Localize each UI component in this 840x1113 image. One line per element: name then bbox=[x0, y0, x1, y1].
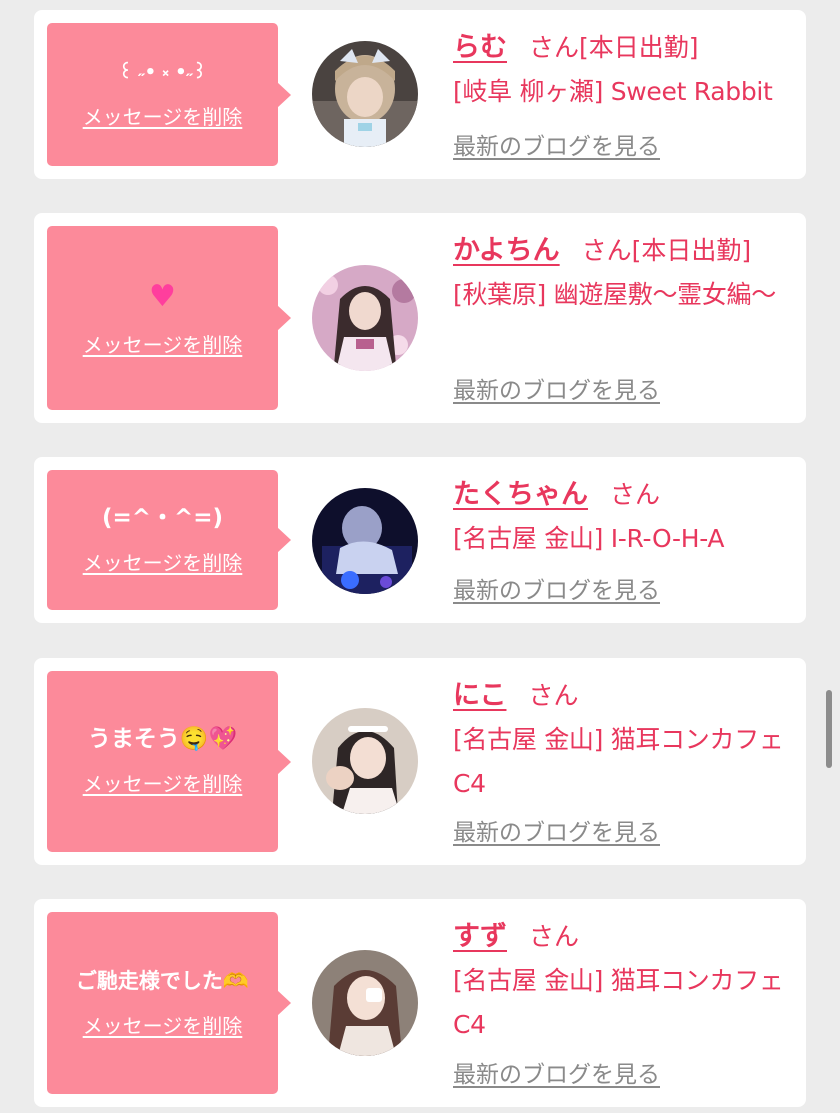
girl-name-link[interactable]: たくちゃん bbox=[453, 479, 588, 510]
girl-info: たくちゃん さん [名古屋 金山] I-R-O-H-A bbox=[453, 473, 792, 561]
delete-message-link[interactable]: メッセージを削除 bbox=[83, 329, 243, 358]
shop-name: [秋葉原] 幽遊屋敷〜霊女編〜 bbox=[453, 280, 776, 309]
latest-blog-link[interactable]: 最新のブログを見る bbox=[453, 127, 660, 161]
girl-name-link[interactable]: にこ bbox=[453, 680, 506, 711]
girl-info: かよちん さん[本日出勤] [秋葉原] 幽遊屋敷〜霊女編〜 bbox=[453, 229, 792, 317]
avatar[interactable] bbox=[312, 488, 418, 594]
shop-name: [名古屋 金山] I-R-O-H-A bbox=[453, 524, 725, 553]
heart-icon: ♥ bbox=[149, 278, 176, 314]
girl-info: らむ さん[本日出勤] [岐阜 柳ヶ瀬] Sweet Rabbit bbox=[453, 26, 792, 114]
delete-message-link[interactable]: メッセージを削除 bbox=[83, 1010, 243, 1039]
message-card: うまそう🤤💖 メッセージを削除 にこ さん [名古屋 金山] 猫耳コンカフェ C4… bbox=[34, 658, 806, 865]
avatar[interactable] bbox=[312, 41, 418, 147]
status-badge: [本日出勤] bbox=[579, 33, 699, 62]
honorific: さん bbox=[529, 922, 580, 951]
message-text: ♥ bbox=[149, 279, 176, 315]
status-badge: [本日出勤] bbox=[631, 236, 752, 265]
latest-blog-link[interactable]: 最新のブログを見る bbox=[453, 371, 660, 405]
girl-photo-avatar-icon bbox=[312, 708, 418, 814]
avatar[interactable] bbox=[312, 708, 418, 814]
avatar[interactable] bbox=[312, 950, 418, 1056]
delete-message-link[interactable]: メッセージを削除 bbox=[83, 547, 243, 576]
scrollbar[interactable] bbox=[826, 690, 832, 768]
shop-name: [名古屋 金山] 猫耳コンカフェ C4 bbox=[453, 725, 784, 798]
message-card: (=^・^=) メッセージを削除 たくちゃん さん [名古屋 金山] I-R-O-… bbox=[34, 457, 806, 623]
girl-info: にこ さん [名古屋 金山] 猫耳コンカフェ C4 bbox=[453, 674, 792, 806]
girl-info: すず さん [名古屋 金山] 猫耳コンカフェ C4 bbox=[453, 915, 792, 1047]
latest-blog-link[interactable]: 最新のブログを見る bbox=[453, 813, 660, 847]
girl-name-link[interactable]: らむ bbox=[453, 32, 507, 63]
message-card: ご馳走様でした🫶 メッセージを削除 すず さん [名古屋 金山] 猫耳コンカフェ … bbox=[34, 899, 806, 1107]
message-bubble: ꒰ ˶• ༝ •˶꒱ メッセージを削除 bbox=[47, 23, 291, 166]
latest-blog-link[interactable]: 最新のブログを見る bbox=[453, 571, 660, 605]
delete-message-link[interactable]: メッセージを削除 bbox=[83, 768, 243, 797]
girl-photo-avatar-icon bbox=[312, 488, 418, 594]
honorific: さん bbox=[581, 236, 632, 265]
shop-name: [名古屋 金山] 猫耳コンカフェ C4 bbox=[453, 966, 784, 1039]
message-text: ꒰ ˶• ༝ •˶꒱ bbox=[118, 62, 207, 84]
message-card: ♥ メッセージを削除 かよちん さん[本日出勤] [秋葉原] 幽遊屋敷〜霊女編〜 … bbox=[34, 213, 806, 423]
honorific: さん bbox=[529, 33, 580, 62]
honorific: さん bbox=[528, 681, 579, 710]
message-bubble: うまそう🤤💖 メッセージを削除 bbox=[47, 671, 291, 852]
message-card: ꒰ ˶• ༝ •˶꒱ メッセージを削除 らむ さん[本日出勤] [岐阜 柳ヶ瀬] … bbox=[34, 10, 806, 179]
honorific: さん bbox=[610, 480, 661, 509]
girl-photo-avatar-icon bbox=[312, 950, 418, 1056]
message-bubble: (=^・^=) メッセージを削除 bbox=[47, 470, 291, 610]
avatar[interactable] bbox=[312, 265, 418, 371]
message-text: うまそう🤤💖 bbox=[87, 726, 238, 753]
message-bubble: ご馳走様でした🫶 メッセージを削除 bbox=[47, 912, 291, 1094]
message-text: ご馳走様でした🫶 bbox=[75, 968, 250, 993]
girl-name-link[interactable]: すず bbox=[453, 921, 507, 952]
latest-blog-link[interactable]: 最新のブログを見る bbox=[453, 1055, 660, 1089]
shop-name: [岐阜 柳ヶ瀬] Sweet Rabbit bbox=[453, 77, 773, 106]
girl-name-link[interactable]: かよちん bbox=[453, 235, 560, 266]
girl-photo-avatar-icon bbox=[312, 41, 418, 147]
girl-photo-avatar-icon bbox=[312, 265, 418, 371]
message-list: ꒰ ˶• ༝ •˶꒱ メッセージを削除 らむ さん[本日出勤] [岐阜 柳ヶ瀬] … bbox=[0, 0, 840, 1113]
message-text: (=^・^=) bbox=[101, 504, 224, 531]
message-bubble: ♥ メッセージを削除 bbox=[47, 226, 291, 410]
delete-message-link[interactable]: メッセージを削除 bbox=[83, 101, 243, 130]
